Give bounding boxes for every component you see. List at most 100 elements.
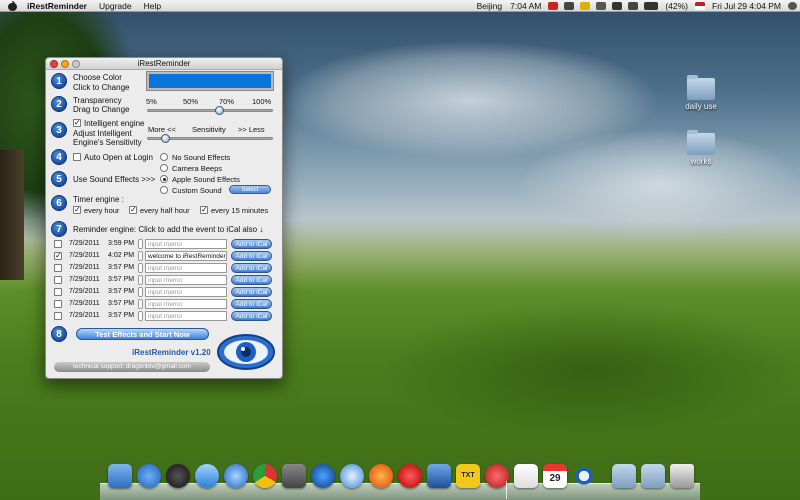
dashboard-icon[interactable] (166, 464, 190, 488)
battery-percent[interactable]: (42%) (661, 1, 692, 11)
us-flag-icon[interactable] (695, 1, 706, 10)
close-button[interactable] (50, 60, 58, 68)
chrome-icon[interactable] (253, 464, 277, 488)
itunes-icon[interactable] (224, 464, 248, 488)
color-swatch[interactable] (146, 71, 274, 91)
spotlight-icon[interactable] (788, 1, 797, 10)
textwrangler-icon[interactable]: TXT (456, 464, 480, 488)
world-clock-time[interactable]: 7:04 AM (506, 1, 545, 11)
finder-icon[interactable] (108, 464, 132, 488)
memo-input[interactable]: input memo (145, 239, 227, 249)
auto-open-checkbox[interactable] (73, 153, 81, 161)
irestreminder-icon[interactable] (572, 464, 596, 488)
reminder-checkbox[interactable] (54, 300, 62, 308)
minimize-button[interactable] (61, 60, 69, 68)
opera-icon[interactable] (398, 464, 422, 488)
sensitivity-slider-knob[interactable] (161, 134, 171, 143)
reminder-time[interactable]: 3:57 PM (108, 312, 134, 319)
google-earth-icon[interactable] (311, 464, 335, 488)
memo-input[interactable]: input memo (145, 263, 227, 273)
title-bar[interactable]: iRestReminder (46, 58, 282, 70)
reminder-time[interactable]: 3:57 PM (108, 264, 134, 271)
status-icon[interactable] (564, 1, 575, 10)
safari-icon[interactable] (340, 464, 364, 488)
reminder-checkbox[interactable] (54, 288, 62, 296)
reminder-time[interactable]: 3:57 PM (108, 288, 134, 295)
app-menu[interactable]: iRestReminder (21, 1, 93, 11)
reminder-time[interactable]: 3:59 PM (108, 240, 134, 247)
documents-folder-icon[interactable] (641, 464, 665, 488)
applications-folder-icon[interactable] (612, 464, 636, 488)
radio-camera-beeps[interactable] (160, 164, 168, 172)
reminder-date[interactable]: 7/29/2011 (69, 252, 100, 259)
transparency-slider[interactable] (147, 109, 273, 112)
mail-icon[interactable] (548, 1, 559, 10)
add-to-ical-button[interactable]: Add to iCal (231, 275, 272, 285)
memo-input[interactable]: welcome to iRestReminder! (145, 251, 227, 261)
wifi-icon[interactable] (612, 1, 623, 10)
reminder-date[interactable]: 7/29/2011 (69, 264, 100, 271)
reminder-checkbox[interactable] (54, 276, 62, 284)
reminder-time[interactable]: 3:57 PM (108, 300, 134, 307)
reminder-checkbox[interactable] (54, 264, 62, 272)
desktop-folder-daily-use[interactable]: daily use (676, 75, 726, 111)
transparency-slider-knob[interactable] (215, 106, 225, 115)
time-stepper[interactable] (138, 275, 143, 285)
radio-no-sound[interactable] (160, 153, 168, 161)
reminder-date[interactable]: 7/29/2011 (69, 300, 100, 307)
memo-input[interactable]: input memo (145, 311, 227, 321)
volume-icon[interactable] (628, 1, 639, 10)
add-to-ical-button[interactable]: Add to iCal (231, 311, 272, 321)
ichat-icon[interactable] (195, 464, 219, 488)
bluetooth-icon[interactable] (596, 1, 607, 10)
battery-icon[interactable] (644, 1, 659, 10)
trash-icon[interactable] (670, 464, 694, 488)
firefox-icon[interactable] (369, 464, 393, 488)
reminder-checkbox[interactable] (54, 312, 62, 320)
menu-help[interactable]: Help (138, 1, 167, 11)
time-stepper[interactable] (138, 311, 143, 321)
add-to-ical-button[interactable]: Add to iCal (231, 287, 272, 297)
reminder-date[interactable]: 7/29/2011 (69, 288, 100, 295)
reminder-date[interactable]: 7/29/2011 (69, 276, 100, 283)
time-stepper[interactable] (138, 239, 143, 249)
technical-support-label[interactable]: technical support: dragonbtv@gmail.com (54, 362, 210, 372)
apple-menu-icon[interactable] (8, 0, 17, 11)
warning-icon[interactable] (580, 1, 591, 10)
photo-booth-icon[interactable] (282, 464, 306, 488)
memo-input[interactable]: input memo (145, 287, 227, 297)
reminder-date[interactable]: 7/29/2011 (69, 240, 100, 247)
time-stepper[interactable] (138, 287, 143, 297)
time-stepper[interactable] (138, 263, 143, 273)
preview-icon[interactable] (514, 464, 538, 488)
ical-icon[interactable]: 29 (543, 464, 567, 488)
memo-input[interactable]: input memo (145, 275, 227, 285)
xcode-icon[interactable] (427, 464, 451, 488)
add-to-ical-button[interactable]: Add to iCal (231, 263, 272, 273)
menu-upgrade[interactable]: Upgrade (93, 1, 138, 11)
radio-custom-sound[interactable] (160, 186, 168, 194)
memo-input[interactable]: input memo (145, 299, 227, 309)
intelligent-engine-checkbox[interactable] (73, 119, 81, 127)
every-15-minutes-checkbox[interactable] (200, 206, 208, 214)
zoom-button[interactable] (72, 60, 80, 68)
add-to-ical-button[interactable]: Add to iCal (231, 239, 272, 249)
add-to-ical-button[interactable]: Add to iCal (231, 299, 272, 309)
radio-apple-sound[interactable] (160, 175, 168, 183)
reminder-checkbox[interactable] (54, 240, 62, 248)
menu-clock[interactable]: Fri Jul 29 4:04 PM (708, 1, 785, 11)
app-store-icon[interactable] (137, 464, 161, 488)
reminder-checkbox[interactable] (54, 252, 62, 260)
every-half-hour-checkbox[interactable] (129, 206, 137, 214)
every-hour-checkbox[interactable] (73, 206, 81, 214)
time-stepper[interactable] (138, 299, 143, 309)
world-clock-city[interactable]: Beijing (473, 1, 507, 11)
reminder-date[interactable]: 7/29/2011 (69, 312, 100, 319)
time-stepper[interactable] (138, 251, 143, 261)
select-sound-button[interactable]: Select (229, 185, 271, 194)
reminder-time[interactable]: 4:02 PM (108, 252, 134, 259)
add-to-ical-button[interactable]: Add to iCal (231, 251, 272, 261)
test-effects-start-button[interactable]: Test Effects and Start Now (76, 328, 209, 340)
reminder-time[interactable]: 3:57 PM (108, 276, 134, 283)
desktop-folder-works[interactable]: works (676, 130, 726, 166)
